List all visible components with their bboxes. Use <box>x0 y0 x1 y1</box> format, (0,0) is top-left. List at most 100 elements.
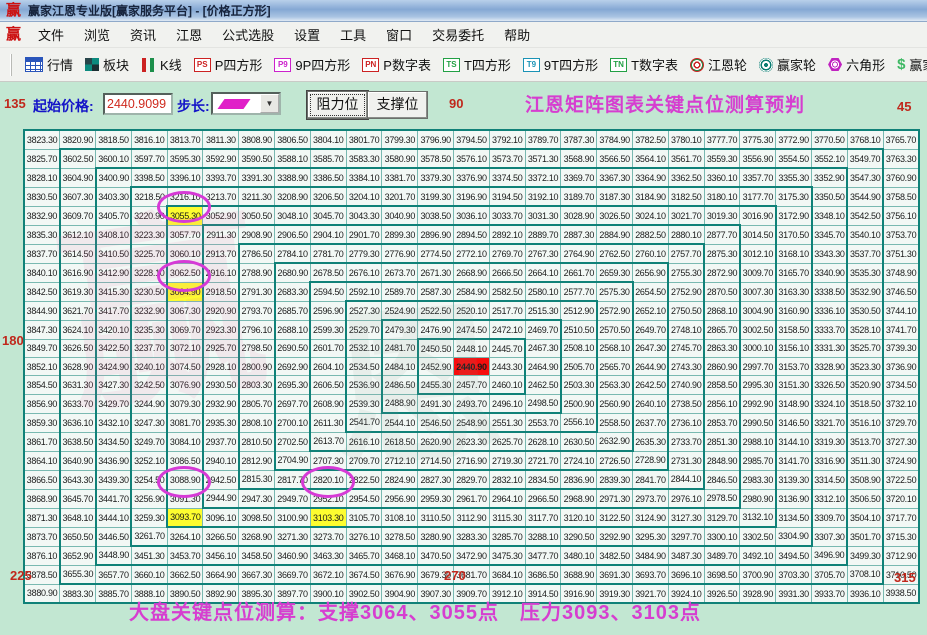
grid-cell[interactable]: 3014.50 <box>739 224 777 245</box>
toolbar-item[interactable]: PS P四方形 <box>188 55 269 74</box>
grid-cell[interactable]: 3254.50 <box>130 469 168 490</box>
grid-cell[interactable]: 2455.30 <box>416 375 455 395</box>
grid-cell[interactable]: 3453.70 <box>166 545 204 566</box>
grid-cell[interactable]: 3530.50 <box>846 300 885 321</box>
grid-cell[interactable]: 2644.90 <box>632 357 670 376</box>
grid-cell[interactable]: 3796.90 <box>417 129 455 150</box>
grid-cell[interactable]: 3316.90 <box>811 450 849 471</box>
grid-cell[interactable]: 3043.30 <box>345 205 383 226</box>
grid-cell[interactable]: 3232.90 <box>130 300 168 321</box>
grid-cell[interactable]: 2551.30 <box>488 412 526 433</box>
grid-cell[interactable]: 3451.30 <box>130 545 168 566</box>
grid-cell[interactable]: 2666.50 <box>488 262 526 283</box>
grid-cell[interactable]: 3441.70 <box>94 488 132 509</box>
grid-cell[interactable]: 2697.70 <box>273 393 311 414</box>
grid-cell[interactable]: 3096.10 <box>202 507 240 528</box>
grid-cell[interactable]: 3516.10 <box>846 412 885 433</box>
grid-cell[interactable]: 2971.30 <box>596 488 634 509</box>
grid-cell[interactable]: 3518.50 <box>846 393 885 414</box>
grid-cell[interactable]: 3386.50 <box>309 167 347 188</box>
grid-cell[interactable]: 3153.70 <box>775 357 813 376</box>
grid-cell[interactable]: 3213.70 <box>202 186 240 207</box>
grid-cell[interactable]: 3268.90 <box>238 526 276 547</box>
grid-cell[interactable]: 3739.30 <box>882 338 920 358</box>
grid-cell[interactable]: 3196.90 <box>453 186 490 207</box>
grid-cell[interactable]: 2690.50 <box>273 338 311 358</box>
grid-cell[interactable]: 3352.90 <box>811 167 849 188</box>
grid-cell[interactable]: 3664.90 <box>202 564 240 585</box>
grid-cell[interactable]: 2467.30 <box>524 338 562 358</box>
grid-cell[interactable]: 2661.70 <box>560 262 598 283</box>
grid-cell[interactable]: 3112.90 <box>453 507 490 528</box>
grid-cell[interactable]: 2932.90 <box>201 393 240 414</box>
grid-cell[interactable]: 2911.30 <box>201 224 240 245</box>
toolbar-item[interactable]: TN T数字表 <box>604 55 684 74</box>
grid-cell[interactable]: 3506.50 <box>846 488 885 509</box>
grid-cell[interactable]: 2568.10 <box>596 338 634 358</box>
grid-cell[interactable]: 2594.50 <box>309 281 347 302</box>
grid-cell[interactable]: 3192.10 <box>524 186 562 207</box>
grid-cell[interactable]: 3566.50 <box>596 148 634 169</box>
grid-cell[interactable]: 3244.90 <box>130 393 168 414</box>
grid-cell[interactable]: 3782.50 <box>632 129 669 150</box>
grid-cell[interactable]: 2592.10 <box>345 281 383 302</box>
grid-cell[interactable]: 3350.50 <box>811 186 849 207</box>
grid-cell[interactable]: 2834.50 <box>524 469 562 490</box>
grid-cell[interactable]: 2649.70 <box>632 319 670 340</box>
grid-cell[interactable]: 2560.90 <box>596 393 634 414</box>
grid-cell[interactable]: 2956.90 <box>381 488 419 509</box>
grid-cell[interactable]: 2803.30 <box>237 375 276 395</box>
grid-cell[interactable]: 2952.10 <box>309 488 347 509</box>
grid-cell[interactable]: 3523.30 <box>846 357 885 376</box>
grid-cell[interactable]: 3511.30 <box>846 450 885 471</box>
grid-cell[interactable]: 3098.50 <box>238 507 276 528</box>
grid-cell[interactable]: 3237.70 <box>130 338 168 358</box>
grid-cell[interactable]: 3549.70 <box>846 148 885 169</box>
grid-cell[interactable]: 3067.30 <box>166 300 204 321</box>
grid-cell[interactable]: 3187.30 <box>596 186 634 207</box>
grid-cell[interactable]: 3292.90 <box>596 526 634 547</box>
grid-cell[interactable]: 2872.90 <box>703 262 741 283</box>
grid-cell[interactable]: 3631.30 <box>58 375 97 395</box>
grid-cell[interactable]: 3612.10 <box>58 224 97 245</box>
resistance-button[interactable]: 阻力位 <box>307 91 368 119</box>
grid-cell[interactable]: 2596.90 <box>309 300 347 321</box>
grid-cell[interactable]: 2961.70 <box>453 488 490 509</box>
grid-cell[interactable]: 3578.50 <box>417 148 455 169</box>
grid-cell[interactable]: 2654.50 <box>632 281 670 302</box>
grid-cell[interactable]: 2820.10 <box>309 469 347 490</box>
grid-cell[interactable]: 3144.10 <box>775 431 813 452</box>
grid-cell[interactable]: 2656.90 <box>632 262 670 283</box>
grid-cell[interactable]: 2786.50 <box>237 243 276 264</box>
grid-cell[interactable]: 2668.90 <box>453 262 490 283</box>
grid-cell[interactable]: 2683.30 <box>273 281 311 302</box>
grid-cell[interactable]: 2474.50 <box>453 319 490 340</box>
chevron-down-icon[interactable]: ▼ <box>260 94 279 113</box>
grid-cell[interactable]: 3175.30 <box>775 186 813 207</box>
grid-cell[interactable]: 3652.90 <box>58 545 97 566</box>
grid-cell[interactable]: 3228.10 <box>130 262 168 283</box>
grid-cell[interactable]: 2692.90 <box>273 357 311 376</box>
grid-cell[interactable]: 3156.10 <box>775 338 813 358</box>
grid-cell[interactable]: 3604.90 <box>58 167 97 188</box>
grid-cell[interactable]: 2856.10 <box>703 393 741 414</box>
toolbar-item[interactable]: P9 9P四方形 <box>268 55 356 74</box>
grid-cell[interactable]: 3532.90 <box>846 281 885 302</box>
grid-cell[interactable]: 3388.90 <box>274 167 311 188</box>
grid-cell[interactable]: 3607.30 <box>58 186 97 207</box>
grid-cell[interactable]: 2769.70 <box>488 243 526 264</box>
menu-item[interactable]: 江恩 <box>166 25 212 46</box>
grid-cell[interactable]: 3304.90 <box>775 526 813 547</box>
grid-cell[interactable]: 2544.10 <box>381 412 419 433</box>
grid-cell[interactable]: 2476.90 <box>417 319 455 340</box>
grid-cell[interactable]: 3019.30 <box>703 205 741 226</box>
grid-cell[interactable]: 3360.10 <box>703 167 741 188</box>
grid-cell[interactable]: 3163.30 <box>775 281 813 302</box>
grid-cell[interactable]: 3859.30 <box>23 412 61 433</box>
grid-cell[interactable]: 3300.10 <box>703 526 741 547</box>
menu-item[interactable]: 浏览 <box>74 25 120 46</box>
grid-cell[interactable]: 2752.90 <box>667 281 706 302</box>
grid-cell[interactable]: 2611.30 <box>309 412 347 433</box>
grid-cell[interactable]: 3722.50 <box>882 469 920 490</box>
grid-cell[interactable]: 3336.10 <box>811 300 849 321</box>
